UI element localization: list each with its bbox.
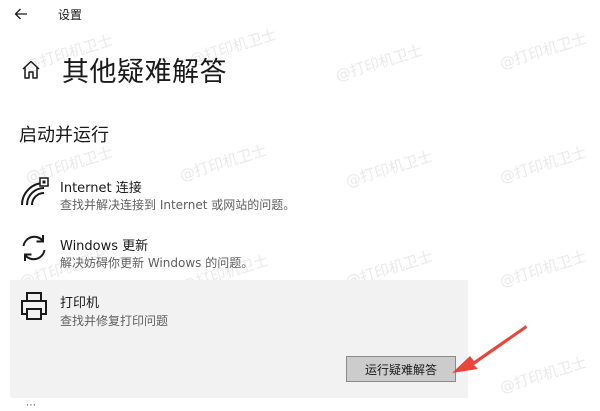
back-button[interactable] xyxy=(10,4,32,24)
section-title: 启动并运行 xyxy=(19,125,109,146)
troubleshooter-description: 解决妨碍你更新 Windows 的问题。 xyxy=(60,256,254,270)
page-title: 其他疑难解答 xyxy=(62,57,227,88)
troubleshooter-description: 查找并修复打印问题 xyxy=(60,314,169,328)
watermark: @打印机卫士 xyxy=(497,143,589,187)
home-icon[interactable] xyxy=(19,58,43,82)
printer-icon xyxy=(21,292,47,320)
watermark: @打印机卫士 xyxy=(497,247,589,291)
truncated-item-edge: ⋯ xyxy=(26,400,36,411)
app-title: 设置 xyxy=(58,8,83,22)
watermark: @打印机卫士 xyxy=(333,41,425,85)
troubleshooter-internet[interactable]: Internet 连接 查找并解决连接到 Internet 或网站的问题。 xyxy=(10,168,468,220)
refresh-icon xyxy=(22,235,46,261)
title-bar: 设置 xyxy=(0,0,600,30)
troubleshooter-description: 查找并解决连接到 Internet 或网站的问题。 xyxy=(60,198,296,212)
troubleshooter-label: Windows 更新 xyxy=(60,239,149,254)
troubleshooter-windows-update[interactable]: Windows 更新 解决妨碍你更新 Windows 的问题。 xyxy=(10,226,468,278)
run-troubleshooter-button[interactable]: 运行疑难解答 xyxy=(346,356,456,382)
troubleshooter-label: 打印机 xyxy=(60,296,100,311)
troubleshooter-label: Internet 连接 xyxy=(60,181,142,196)
back-arrow-icon xyxy=(14,8,27,20)
watermark: @打印机卫士 xyxy=(497,29,589,73)
watermark: @打印机卫士 xyxy=(497,353,589,397)
wifi-icon xyxy=(21,177,49,206)
